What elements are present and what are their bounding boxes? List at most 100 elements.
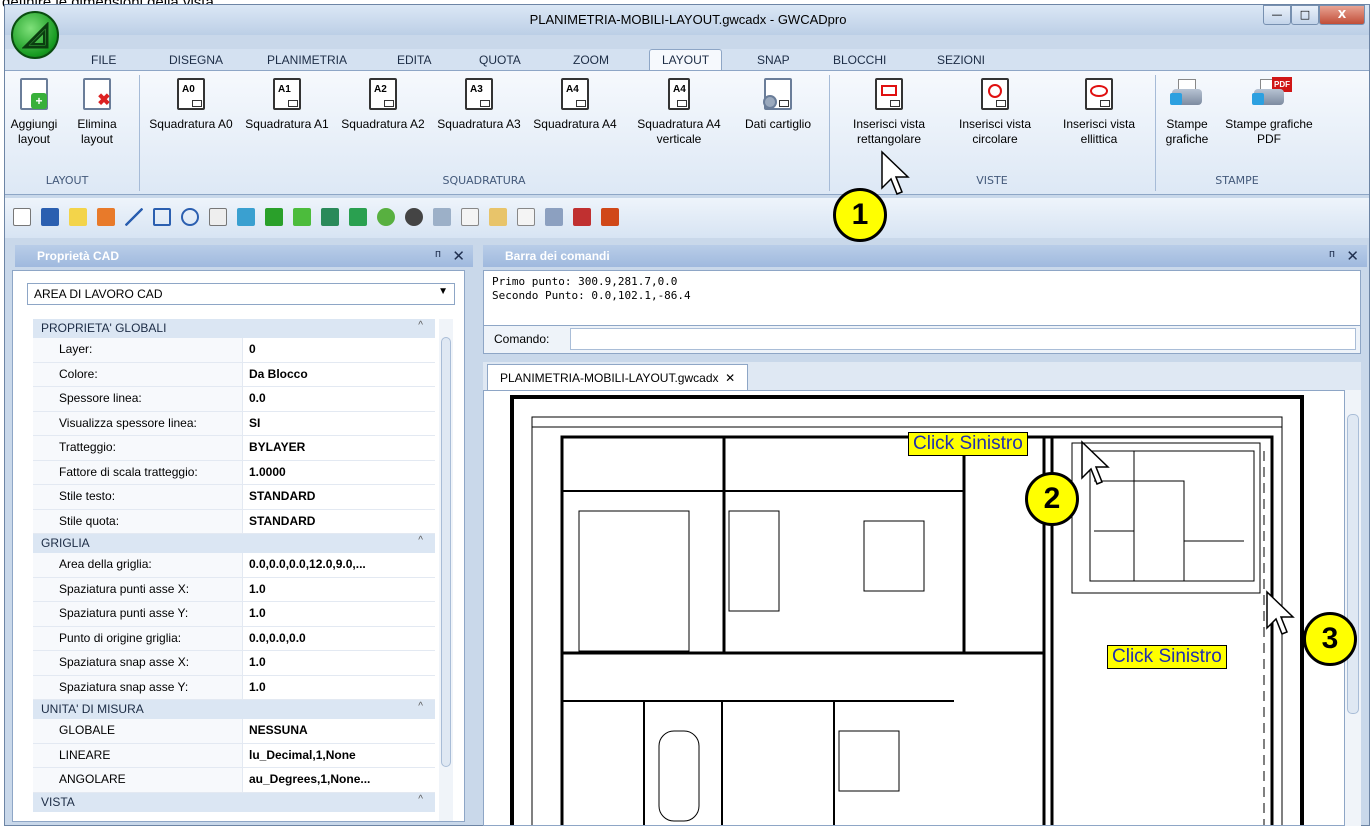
exit-icon[interactable] [601, 208, 619, 226]
property-row[interactable]: Punto di origine griglia: 0.0,0.0,0.0 [33, 626, 435, 651]
property-row[interactable]: ANGOLARE au_Degrees,1,None... [33, 768, 435, 793]
property-value[interactable]: 1.0 [243, 651, 433, 675]
property-row[interactable]: Spaziatura snap asse X: 1.0 [33, 651, 435, 676]
property-row[interactable]: Stile testo: STANDARD [33, 485, 435, 510]
property-row[interactable]: GLOBALE NESSUNA [33, 719, 435, 744]
squadratura-a4-verticale-button[interactable]: A4 Squadratura A4 verticale [631, 77, 727, 147]
property-value[interactable]: 0.0,0.0,0.0 [243, 627, 433, 651]
bomb-explode-icon[interactable] [405, 208, 423, 226]
move-icon[interactable] [293, 208, 311, 226]
close-panel-icon[interactable]: ✕ [452, 247, 465, 265]
scrollbar-thumb[interactable] [1347, 414, 1359, 714]
property-row[interactable]: LINEARE lu_Decimal,1,None [33, 743, 435, 768]
chevron-up-icon[interactable]: ^ [418, 701, 423, 712]
inserisci-vista-circolare-button[interactable]: Inserisci vista circolare [943, 77, 1047, 147]
print-pdf-icon[interactable] [573, 208, 591, 226]
object-selector-dropdown[interactable]: AREA DI LAVORO CAD ▼ [27, 283, 455, 305]
property-row[interactable]: Tratteggio: BYLAYER [33, 436, 435, 461]
close-panel-icon[interactable]: ✕ [1346, 247, 1359, 265]
property-value[interactable]: 1.0000 [243, 461, 433, 485]
property-row[interactable]: Spaziatura punti asse X: 1.0 [33, 577, 435, 602]
pin-icon[interactable]: ᴨ [435, 248, 441, 260]
property-value[interactable]: 1.0 [243, 578, 433, 602]
tab-zoom[interactable]: ZOOM [573, 53, 609, 67]
property-value[interactable]: 0.0,0.0,0.0,12.0,9.0,... [243, 553, 433, 577]
property-value[interactable]: Da Blocco [243, 363, 433, 387]
chevron-up-icon[interactable]: ^ [418, 794, 423, 805]
new-file-icon[interactable] [13, 208, 31, 226]
squadratura-a3-button[interactable]: A3 Squadratura A3 [433, 77, 525, 132]
target-icon[interactable] [377, 208, 395, 226]
save-icon[interactable] [41, 208, 59, 226]
minimize-button[interactable]: — [1263, 5, 1291, 25]
delete-layout-button[interactable]: ✖ Elimina layout [69, 77, 125, 147]
property-row[interactable]: Visualizza spessore linea: SI [33, 411, 435, 436]
property-value[interactable]: 0.0 [243, 387, 433, 411]
circle-tool-icon[interactable] [181, 208, 199, 226]
tab-snap[interactable]: SNAP [757, 53, 790, 67]
property-category[interactable]: PROPRIETA' GLOBALI ^ [33, 319, 435, 338]
property-value[interactable]: 1.0 [243, 676, 433, 700]
property-value[interactable]: au_Degrees,1,None... [243, 768, 433, 792]
image-icon[interactable] [237, 208, 255, 226]
scissors-icon[interactable] [433, 208, 451, 226]
layers-icon[interactable] [97, 208, 115, 226]
property-row[interactable]: Area della griglia: 0.0,0.0,0.0,12.0,9.0,… [33, 553, 435, 578]
tab-quota[interactable]: QUOTA [479, 53, 521, 67]
text-abc-icon[interactable] [209, 208, 227, 226]
chevron-up-icon[interactable]: ^ [418, 320, 423, 331]
property-category[interactable]: GRIGLIA ^ [33, 534, 435, 553]
property-row[interactable]: Spaziatura punti asse Y: 1.0 [33, 602, 435, 627]
property-value[interactable]: STANDARD [243, 510, 433, 534]
copy-object-icon[interactable] [321, 208, 339, 226]
tab-layout[interactable]: LAYOUT [649, 49, 723, 70]
crop-icon[interactable] [153, 208, 171, 226]
squadratura-a4-button[interactable]: A4 Squadratura A4 [529, 77, 621, 132]
property-row[interactable]: Fattore di scala tratteggio: 1.0000 [33, 460, 435, 485]
squadratura-a1-button[interactable]: A1 Squadratura A1 [241, 77, 333, 132]
dati-cartiglio-button[interactable]: Dati cartiglio [733, 77, 823, 132]
tab-sezioni[interactable]: SEZIONI [937, 53, 985, 67]
inserisci-vista-ellittica-button[interactable]: Inserisci vista ellittica [1047, 77, 1151, 147]
property-value[interactable]: SI [243, 412, 433, 436]
inserisci-vista-rettangolare-button[interactable]: Inserisci vista rettangolare [837, 77, 941, 147]
open-folder-icon[interactable] [69, 208, 87, 226]
property-value[interactable]: 0 [243, 338, 433, 362]
canvas-scrollbar[interactable] [1345, 390, 1361, 826]
page-setup-icon[interactable] [517, 208, 535, 226]
stampe-grafiche-pdf-button[interactable]: PDF Stampe grafiche PDF [1223, 77, 1315, 147]
rotate-icon[interactable] [349, 208, 367, 226]
close-button[interactable]: X [1319, 5, 1365, 25]
squadratura-a2-button[interactable]: A2 Squadratura A2 [337, 77, 429, 132]
tab-disegna[interactable]: DISEGNA [169, 53, 223, 67]
property-row[interactable]: Spessore linea: 0.0 [33, 387, 435, 412]
property-value[interactable]: BYLAYER [243, 436, 433, 460]
squadratura-a0-button[interactable]: A0 Squadratura A0 [145, 77, 237, 132]
document-tab[interactable]: PLANIMETRIA-MOBILI-LAYOUT.gwcadx ✕ [487, 364, 749, 390]
property-row[interactable]: Spaziatura snap asse Y: 1.0 [33, 675, 435, 700]
property-value[interactable]: NESSUNA [243, 719, 433, 743]
props-scrollbar[interactable] [439, 319, 453, 821]
close-tab-icon[interactable]: ✕ [725, 371, 735, 385]
property-row[interactable]: Stile quota: STANDARD [33, 509, 435, 534]
property-category[interactable]: UNITA' DI MISURA ^ [33, 700, 435, 719]
print-icon[interactable] [545, 208, 563, 226]
property-row[interactable]: Layer: 0 [33, 338, 435, 363]
property-value[interactable]: STANDARD [243, 485, 433, 509]
command-input[interactable] [570, 328, 1356, 350]
copy-icon[interactable] [461, 208, 479, 226]
scrollbar-thumb[interactable] [441, 337, 451, 767]
block-icon[interactable] [265, 208, 283, 226]
add-layout-button[interactable]: + Aggiungi layout [7, 77, 61, 147]
property-row[interactable]: Colore: Da Blocco [33, 362, 435, 387]
maximize-button[interactable]: □ [1291, 5, 1319, 25]
pin-icon[interactable]: ᴨ [1329, 248, 1335, 260]
property-category[interactable]: VISTA ^ [33, 792, 435, 812]
property-value[interactable]: lu_Decimal,1,None [243, 744, 433, 768]
tab-file[interactable]: FILE [91, 53, 116, 67]
chevron-up-icon[interactable]: ^ [418, 535, 423, 546]
paste-icon[interactable] [489, 208, 507, 226]
property-value[interactable]: 1.0 [243, 602, 433, 626]
application-menu-button[interactable] [11, 11, 59, 59]
line-tool-icon[interactable] [125, 208, 143, 226]
